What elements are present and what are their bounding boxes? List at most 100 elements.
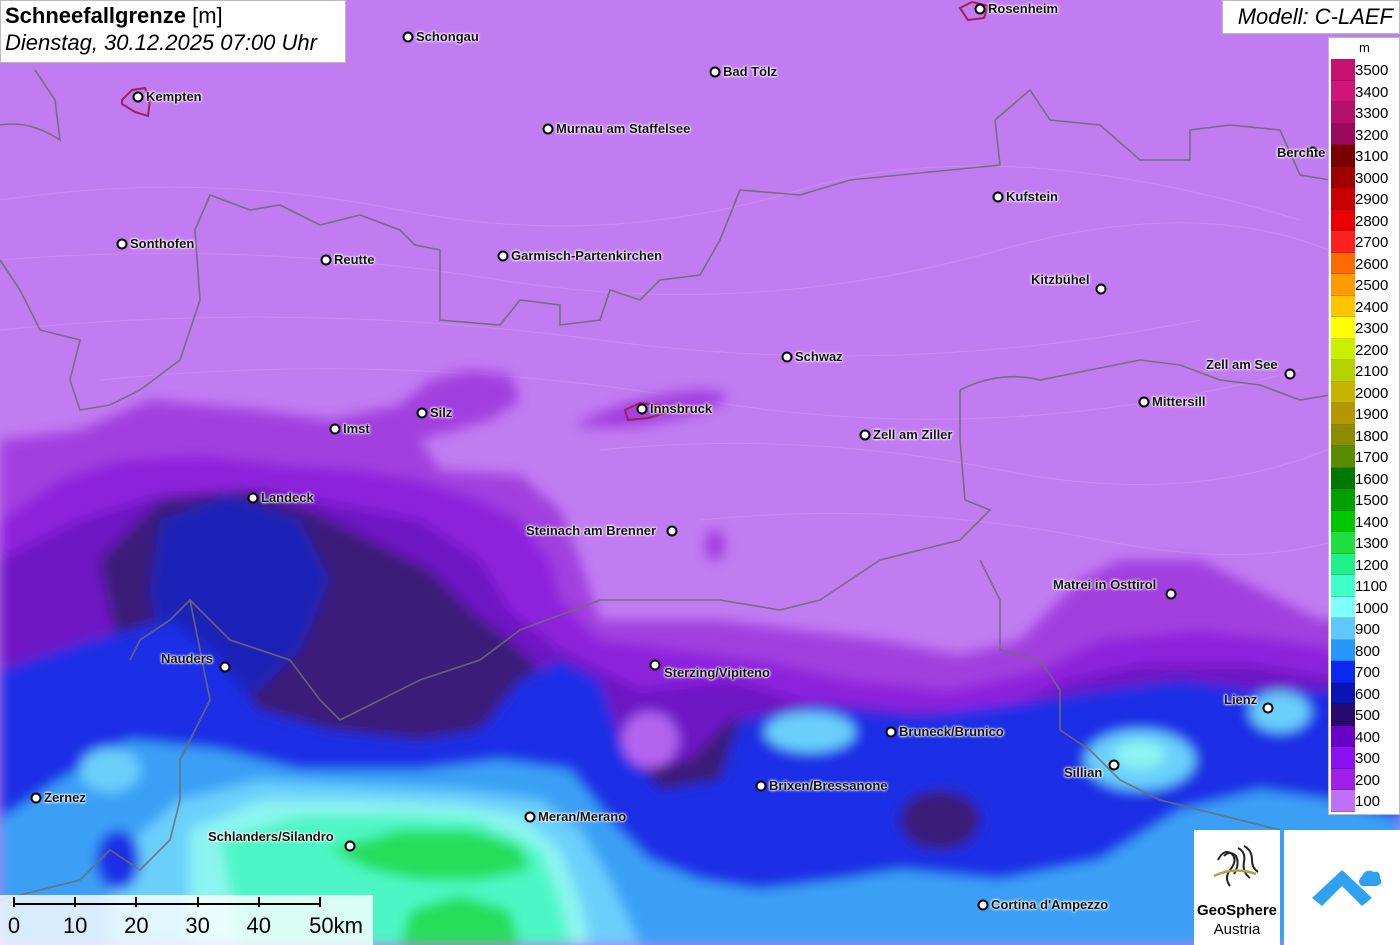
layer-900m-pocket-mid — [765, 712, 855, 752]
city-label-bad-t-lz: Bad Tölz — [723, 64, 778, 79]
layer-200m-pocket-sterzing — [622, 712, 678, 768]
legend-row-3300: 3300 — [1329, 102, 1400, 124]
geosphere-logo[interactable]: GeoSphere Austria — [1194, 830, 1280, 945]
legend-row-2800: 2800 — [1329, 209, 1400, 231]
legend-row-1100: 1100 — [1329, 575, 1400, 597]
city-label-schwaz: Schwaz — [795, 349, 843, 364]
city-marker-zernez[interactable] — [30, 792, 42, 804]
city-label-schlanders-silandro: Schlanders/Silandro — [208, 829, 334, 844]
city-label-kitzb-hel: Kitzbühel — [1031, 272, 1090, 287]
scale-tick — [257, 897, 260, 907]
city-marker-landeck[interactable] — [247, 492, 259, 504]
map-title-unit: [m] — [192, 3, 223, 28]
map-title-parameter: Schneefallgrenze — [5, 3, 186, 28]
legend-swatch — [1331, 209, 1355, 231]
map-title-box: Schneefallgrenze [m] Dienstag, 30.12.202… — [0, 0, 346, 63]
city-label-zernez: Zernez — [44, 790, 86, 805]
scale-line — [14, 903, 320, 905]
city-marker-lienz[interactable] — [1262, 702, 1274, 714]
city-marker-murnau-am-staffelsee[interactable] — [542, 123, 554, 135]
legend-swatch — [1331, 747, 1355, 769]
city-marker-zell-am-see[interactable] — [1284, 368, 1296, 380]
city-marker-schongau[interactable] — [402, 31, 414, 43]
legend-label: 2100 — [1355, 363, 1389, 380]
city-marker-rosenheim[interactable] — [974, 3, 986, 15]
city-marker-garmisch-partenkirchen[interactable] — [497, 250, 509, 262]
legend-row-1800: 1800 — [1329, 424, 1400, 446]
legend-label: 100 — [1355, 793, 1381, 810]
legend-label: 1700 — [1355, 449, 1389, 466]
legend-row-2100: 2100 — [1329, 360, 1400, 382]
weather-app-logo[interactable] — [1284, 830, 1400, 945]
city-marker-meran-merano[interactable] — [524, 811, 536, 823]
city-marker-schwaz[interactable] — [781, 351, 793, 363]
layer-700m-pocket-zernez — [96, 830, 140, 890]
legend-label: 1300 — [1355, 535, 1389, 552]
legend-swatch — [1331, 166, 1355, 188]
city-label-imst: Imst — [343, 421, 370, 436]
legend-row-2300: 2300 — [1329, 317, 1400, 339]
legend-row-2400: 2400 — [1329, 295, 1400, 317]
legend-label: 1800 — [1355, 427, 1389, 445]
city-marker-kitzb-hel[interactable] — [1095, 283, 1107, 295]
legend-swatch — [1331, 532, 1355, 554]
legend-label: 2300 — [1355, 320, 1389, 337]
layer-900m-pocket-lienz — [1250, 692, 1310, 732]
city-label-bruneck-brunico: Bruneck/Brunico — [899, 724, 1004, 739]
city-marker-schlanders-silandro[interactable] — [344, 840, 356, 852]
city-label-mittersill: Mittersill — [1152, 394, 1206, 409]
city-marker-kempten[interactable] — [132, 91, 144, 103]
city-label-steinach-am-brenner: Steinach am Brenner — [526, 523, 657, 538]
legend-label: 800 — [1355, 642, 1381, 660]
city-marker-nauders[interactable] — [219, 661, 231, 673]
city-label-schongau: Schongau — [416, 29, 479, 44]
legend-label: 3500 — [1355, 62, 1389, 79]
city-marker-sonthofen[interactable] — [116, 238, 128, 250]
legend-label: 3400 — [1355, 83, 1389, 101]
legend-swatch — [1331, 553, 1355, 575]
scale-tick — [74, 897, 77, 907]
city-marker-imst[interactable] — [329, 423, 341, 435]
city-marker-bad-t-lz[interactable] — [709, 66, 721, 78]
legend-label: 2800 — [1355, 212, 1389, 230]
legend-row-1300: 1300 — [1329, 532, 1400, 554]
legend-unit: m — [1359, 40, 1370, 55]
city-marker-reutte[interactable] — [320, 254, 332, 266]
city-label-nauders: Nauders — [161, 651, 214, 666]
city-marker-mittersill[interactable] — [1138, 396, 1150, 408]
city-marker-sillian[interactable] — [1108, 759, 1120, 771]
city-marker-matrei-in-osttirol[interactable] — [1165, 588, 1177, 600]
legend-swatch — [1331, 102, 1355, 124]
scale-tick — [135, 897, 138, 907]
legend-swatch — [1331, 639, 1355, 661]
legend-swatch — [1331, 123, 1355, 145]
city-marker-silz[interactable] — [416, 407, 428, 419]
legend-swatch — [1331, 489, 1355, 511]
city-marker-bruneck-brunico[interactable] — [885, 726, 897, 738]
legend-label: 300 — [1355, 750, 1381, 767]
scale-label: 20 — [124, 913, 149, 938]
legend-label: 1100 — [1355, 578, 1388, 595]
legend-row-2600: 2600 — [1329, 252, 1400, 274]
city-marker-steinach-am-brenner[interactable] — [666, 525, 678, 537]
city-marker-cortina-d-ampezzo[interactable] — [977, 899, 989, 911]
city-marker-zell-am-ziller[interactable] — [859, 429, 871, 441]
legend-swatch — [1331, 682, 1355, 704]
city-label-rosenheim: Rosenheim — [988, 1, 1059, 16]
legend-swatch — [1331, 704, 1355, 726]
legend-row-2500: 2500 — [1329, 274, 1400, 296]
legend-row-300: 300 — [1329, 747, 1400, 769]
layer-900m-pocket-west — [80, 748, 140, 792]
city-label-sonthofen: Sonthofen — [130, 236, 195, 251]
map-viewer: Rosenheim Schongau Kempten Bad Tölz Murnau a… — [0, 0, 1400, 945]
legend-swatch — [1331, 360, 1355, 382]
city-marker-kufstein[interactable] — [992, 191, 1004, 203]
legend-label: 500 — [1355, 707, 1381, 724]
city-marker-sterzing-vipiteno[interactable] — [649, 659, 661, 671]
legend-row-600: 600 — [1329, 682, 1400, 704]
legend-row-3500: 3500 — [1329, 59, 1400, 81]
city-marker-innsbruck[interactable] — [636, 403, 648, 415]
city-marker-brixen-bressanone[interactable] — [755, 780, 767, 792]
city-label-zell-am-see: Zell am See — [1206, 357, 1278, 372]
legend-swatch — [1331, 596, 1355, 618]
